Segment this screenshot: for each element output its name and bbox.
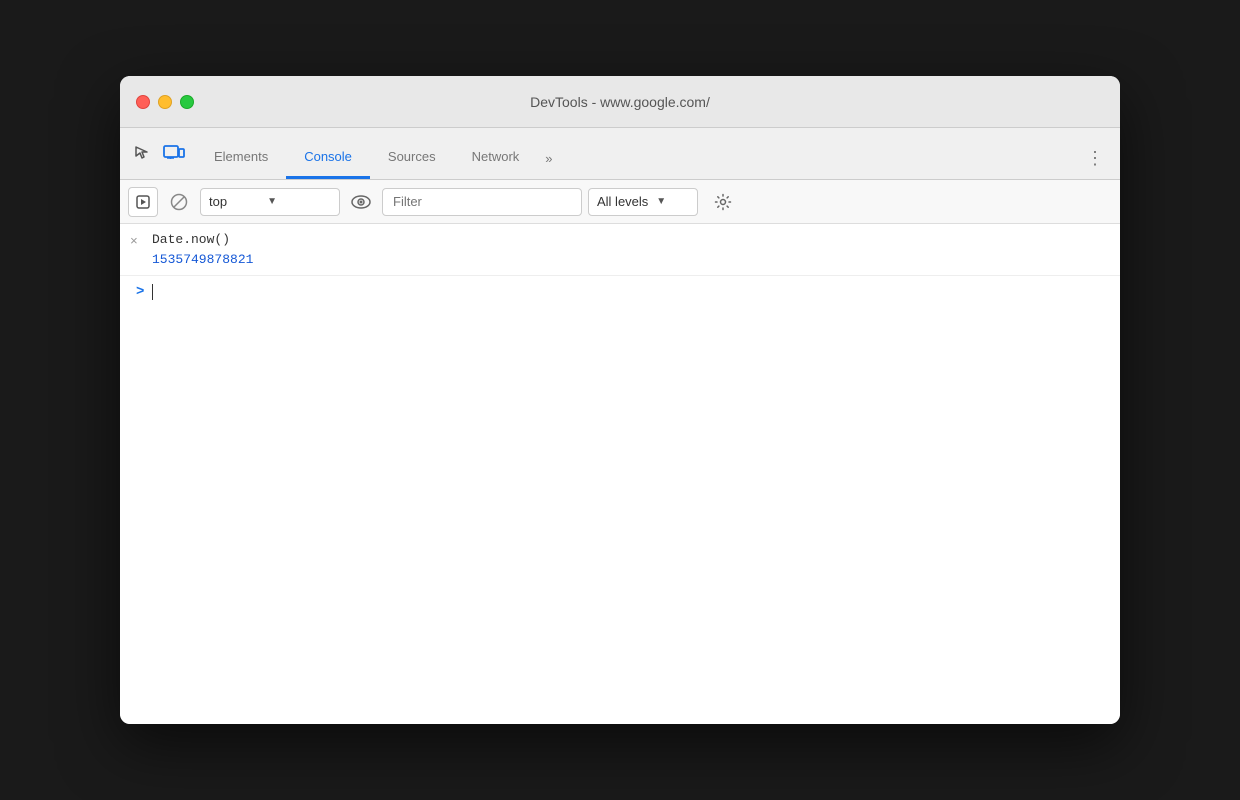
title-bar: DevTools - www.google.com/ [120, 76, 1120, 128]
devtools-icons [128, 139, 188, 179]
window-title: DevTools - www.google.com/ [530, 94, 710, 110]
console-output-line: 1535749878821 [152, 250, 1112, 270]
console-prompt[interactable]: > [120, 276, 1120, 309]
prompt-arrow-icon: > [136, 284, 144, 300]
console-toolbar: top ▼ All levels ▼ [120, 180, 1120, 224]
inspect-icon[interactable] [128, 139, 156, 167]
context-selector[interactable]: top ▼ [200, 188, 340, 216]
context-arrow-icon: ▼ [267, 196, 277, 207]
filter-input[interactable] [382, 188, 582, 216]
maximize-button[interactable] [180, 95, 194, 109]
eye-icon[interactable] [346, 187, 376, 217]
devtools-window: DevTools - www.google.com/ Elements [120, 76, 1120, 724]
console-entry: × Date.now() 1535749878821 [120, 224, 1120, 276]
devtools-menu-button[interactable]: ⋮ [1074, 137, 1116, 179]
levels-arrow-icon: ▼ [656, 196, 666, 207]
console-area: × Date.now() 1535749878821 > [120, 224, 1120, 724]
execute-button[interactable] [128, 187, 158, 217]
clear-button[interactable] [164, 187, 194, 217]
console-input-line: Date.now() [152, 230, 1112, 250]
tab-more-button[interactable]: » [537, 137, 560, 179]
settings-icon[interactable] [708, 187, 738, 217]
tab-console[interactable]: Console [286, 137, 370, 179]
minimize-button[interactable] [158, 95, 172, 109]
tab-bar: Elements Console Sources Network » ⋮ [120, 128, 1120, 180]
traffic-lights [136, 95, 194, 109]
tab-sources[interactable]: Sources [370, 137, 454, 179]
tab-network[interactable]: Network [454, 137, 538, 179]
prompt-cursor [150, 284, 153, 301]
error-icon: × [130, 232, 138, 252]
tab-elements[interactable]: Elements [196, 137, 286, 179]
levels-selector[interactable]: All levels ▼ [588, 188, 698, 216]
device-icon[interactable] [160, 139, 188, 167]
close-button[interactable] [136, 95, 150, 109]
